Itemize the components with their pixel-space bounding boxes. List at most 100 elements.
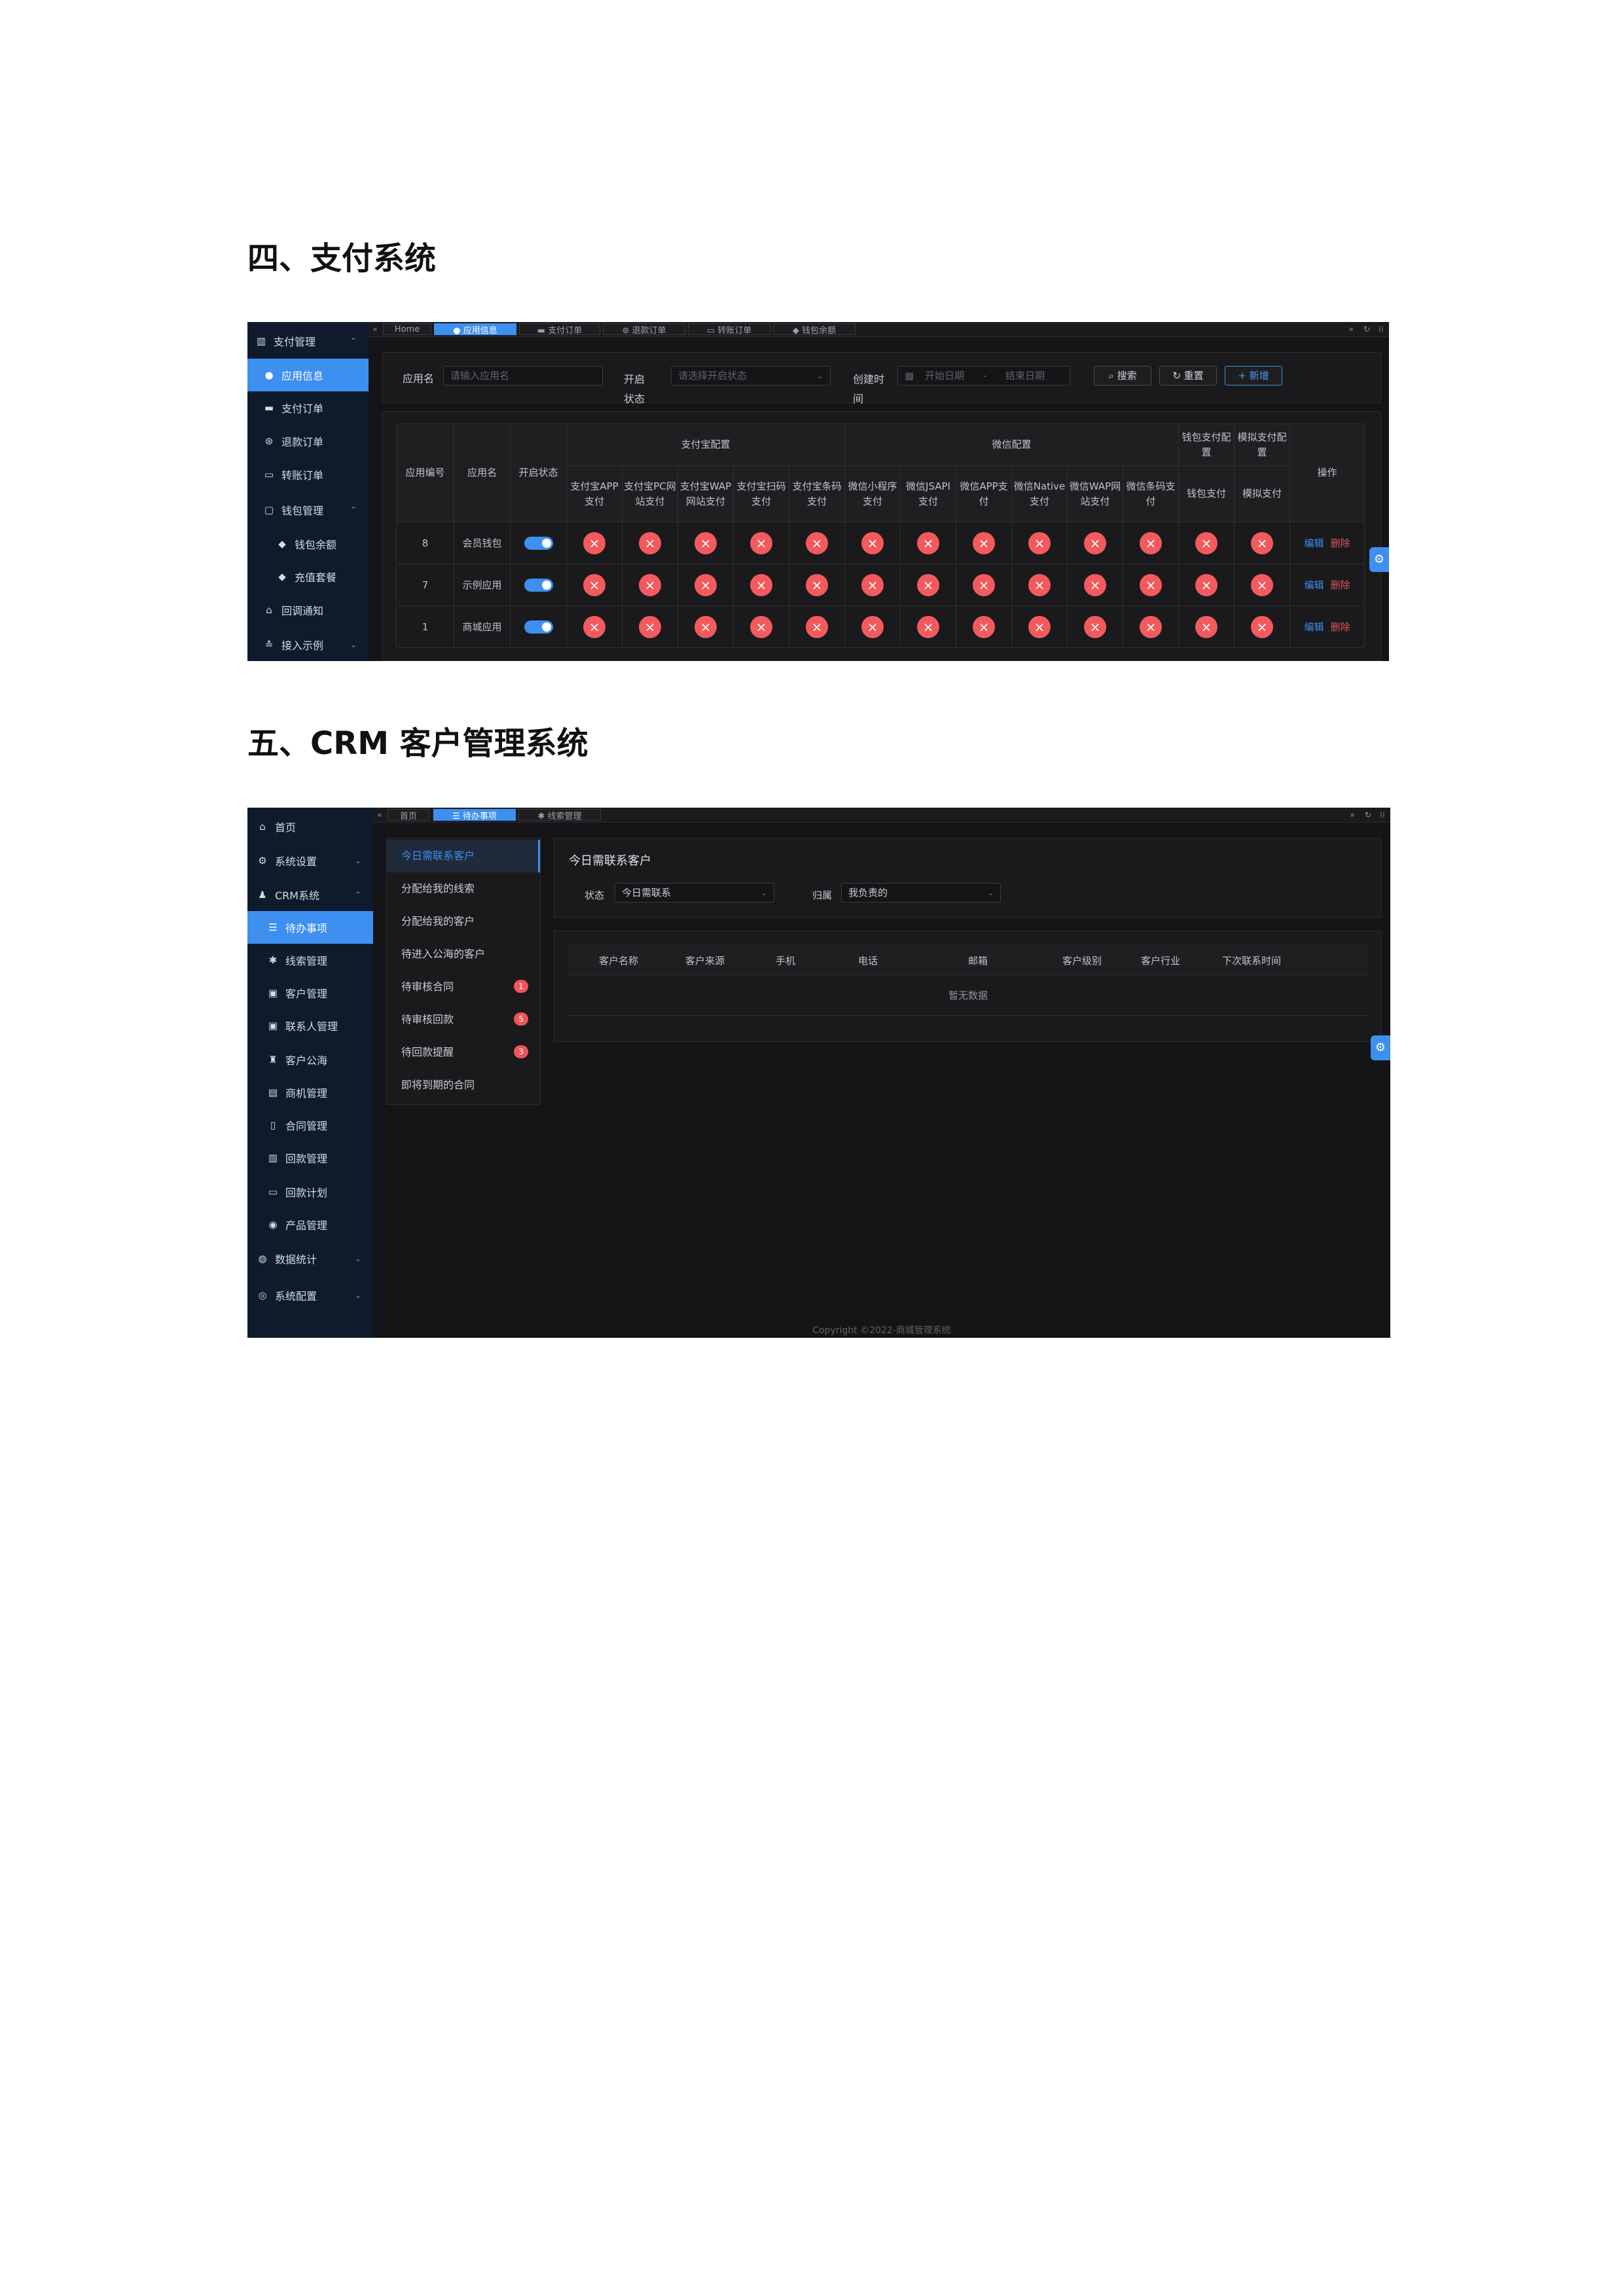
sidebar-item-leads[interactable]: ✱ 线索管理 <box>247 944 373 977</box>
scroll-left-icon[interactable]: « <box>369 323 382 335</box>
todo-item[interactable]: 今日需联系客户 <box>387 840 540 872</box>
sidebar-item-contracts[interactable]: ▯ 合同管理 <box>247 1109 373 1141</box>
close-circle-icon[interactable]: × <box>583 615 605 638</box>
sidebar-item-crm-system[interactable]: ♟ CRM系统 ⌃ <box>247 878 373 911</box>
app-name-input[interactable]: 请输入应用名 <box>443 366 603 386</box>
refresh-icon[interactable]: ↻ <box>1362 809 1375 821</box>
close-circle-icon[interactable]: × <box>583 573 605 596</box>
tab-home[interactable]: Home <box>383 323 431 335</box>
tab-app-info[interactable]: ● 应用信息 <box>434 323 516 336</box>
edit-link[interactable]: 编辑 <box>1305 537 1324 549</box>
delete-link[interactable]: 删除 <box>1331 621 1350 633</box>
sidebar-item-wallet-manage[interactable]: ▢ 钱包管理 ⌃ <box>247 493 369 526</box>
sidebar-item-callback-notice[interactable]: ⌂ 回调通知 <box>247 594 369 626</box>
close-circle-icon[interactable]: × <box>1140 573 1163 596</box>
close-circle-icon[interactable]: × <box>806 615 828 638</box>
sidebar-item-todo[interactable]: ☰ 待办事项 <box>247 911 373 944</box>
sidebar-item-refund-orders[interactable]: ⊛ 退款订单 <box>247 425 369 457</box>
todo-item[interactable]: 待审核合同 1 <box>387 971 540 1003</box>
sidebar-item-statistics[interactable]: ◍ 数据统计 ⌄ <box>247 1242 373 1275</box>
close-circle-icon[interactable]: × <box>750 531 772 554</box>
sidebar-item-system-config[interactable]: ◎ 系统配置 ⌄ <box>247 1279 373 1312</box>
close-circle-icon[interactable]: × <box>1140 615 1163 638</box>
tab-home[interactable]: 首页 <box>388 809 429 821</box>
status-select[interactable]: 今日需联系 ⌄ <box>615 883 774 903</box>
edit-link[interactable]: 编辑 <box>1305 621 1324 633</box>
close-circle-icon[interactable]: × <box>806 531 828 554</box>
todo-item[interactable]: 待审核回款 5 <box>387 1003 540 1036</box>
status-select[interactable]: 请选择开启状态 ⌄ <box>671 366 831 386</box>
reset-button[interactable]: ↻ 重置 <box>1159 366 1217 386</box>
date-range-picker[interactable]: ▦ 开始日期 - 结束日期 <box>897 366 1070 386</box>
close-circle-icon[interactable]: × <box>973 531 996 554</box>
status-toggle[interactable] <box>524 620 553 634</box>
todo-item[interactable]: 分配给我的线索 <box>387 872 540 905</box>
sidebar-item-pay-orders[interactable]: ▬ 支付订单 <box>247 391 369 424</box>
close-circle-icon[interactable]: × <box>1251 573 1274 596</box>
close-circle-icon[interactable]: × <box>695 615 717 638</box>
todo-item[interactable]: 待进入公海的客户 <box>387 938 540 971</box>
sidebar-item-receivable-plan[interactable]: ▭ 回款计划 <box>247 1175 373 1208</box>
close-circle-icon[interactable]: × <box>917 615 940 638</box>
close-circle-icon[interactable]: × <box>750 615 772 638</box>
sidebar-item-payment-manage[interactable]: ▥ 支付管理 ⌃ <box>247 325 369 357</box>
delete-link[interactable]: 删除 <box>1331 537 1350 549</box>
todo-item[interactable]: 待回款提醒 3 <box>387 1036 540 1069</box>
close-circle-icon[interactable]: × <box>1251 531 1274 554</box>
settings-float-button[interactable]: ⚙ <box>1371 1035 1390 1060</box>
close-circle-icon[interactable]: × <box>750 573 772 596</box>
tab-todo[interactable]: ☰ 待办事项 <box>433 809 516 821</box>
edit-link[interactable]: 编辑 <box>1305 579 1324 591</box>
close-circle-icon[interactable]: × <box>917 573 940 596</box>
delete-link[interactable]: 删除 <box>1331 579 1350 591</box>
refresh-icon[interactable]: ↻ <box>1360 323 1373 335</box>
sidebar-item-opportunities[interactable]: ▤ 商机管理 <box>247 1076 373 1109</box>
add-button[interactable]: + 新增 <box>1225 366 1282 386</box>
close-circle-icon[interactable]: × <box>1251 615 1274 638</box>
close-circle-icon[interactable]: × <box>1028 573 1051 596</box>
sidebar-item-contacts[interactable]: ▣ 联系人管理 <box>247 1009 373 1042</box>
sidebar-item-app-info[interactable]: ● 应用信息 <box>247 359 369 391</box>
tab-pay-orders[interactable]: ▬ 支付订单 <box>519 323 600 336</box>
close-circle-icon[interactable]: × <box>1140 531 1163 554</box>
sidebar-item-transfer-orders[interactable]: ▭ 转账订单 <box>247 458 369 491</box>
sidebar-item-products[interactable]: ◉ 产品管理 <box>247 1208 373 1241</box>
scroll-right-icon[interactable]: » <box>1346 809 1359 821</box>
sidebar-item-receivables[interactable]: ▥ 回款管理 <box>247 1141 373 1174</box>
close-circle-icon[interactable]: × <box>973 615 996 638</box>
close-circle-icon[interactable]: × <box>1084 531 1107 554</box>
todo-item[interactable]: 即将到期的合同 <box>387 1069 540 1102</box>
close-circle-icon[interactable]: × <box>806 573 828 596</box>
status-toggle[interactable] <box>524 536 553 550</box>
close-circle-icon[interactable]: × <box>639 615 661 638</box>
sidebar-item-customer-pool[interactable]: ♜ 客户公海 <box>247 1043 373 1076</box>
close-circle-icon[interactable]: × <box>861 531 884 554</box>
close-circle-icon[interactable]: × <box>583 531 605 554</box>
apps-icon[interactable]: ⁞⁞ <box>1376 809 1389 821</box>
close-circle-icon[interactable]: × <box>861 615 884 638</box>
todo-item[interactable]: 分配给我的客户 <box>387 905 540 938</box>
owner-select[interactable]: 我负责的 ⌄ <box>841 883 1001 903</box>
close-circle-icon[interactable]: × <box>695 531 717 554</box>
close-circle-icon[interactable]: × <box>695 573 717 596</box>
close-circle-icon[interactable]: × <box>917 531 940 554</box>
close-circle-icon[interactable]: × <box>861 573 884 596</box>
close-circle-icon[interactable]: × <box>1084 573 1107 596</box>
close-circle-icon[interactable]: × <box>973 573 996 596</box>
sidebar-item-system-settings[interactable]: ⚙ 系统设置 ⌄ <box>247 844 373 877</box>
tab-leads[interactable]: ✱ 线索管理 <box>518 809 601 821</box>
tab-refund-orders[interactable]: ⊛ 退款订单 <box>603 323 685 336</box>
apps-icon[interactable]: ⁞⁞ <box>1375 323 1388 335</box>
close-circle-icon[interactable]: × <box>1028 615 1051 638</box>
tab-transfer-orders[interactable]: ▭ 转账订单 <box>688 323 770 336</box>
sidebar-item-demo[interactable]: ≛ 接入示例 ⌄ <box>247 628 369 661</box>
close-circle-icon[interactable]: × <box>1195 615 1218 638</box>
tab-wallet-balance[interactable]: ◆ 钱包余额 <box>773 323 856 336</box>
close-circle-icon[interactable]: × <box>639 573 661 596</box>
scroll-right-icon[interactable]: » <box>1344 323 1358 335</box>
sidebar-item-recharge-package[interactable]: ◆ 充值套餐 <box>247 560 369 593</box>
close-circle-icon[interactable]: × <box>639 531 661 554</box>
close-circle-icon[interactable]: × <box>1084 615 1107 638</box>
close-circle-icon[interactable]: × <box>1028 531 1051 554</box>
settings-float-button[interactable]: ⚙ <box>1369 547 1389 572</box>
